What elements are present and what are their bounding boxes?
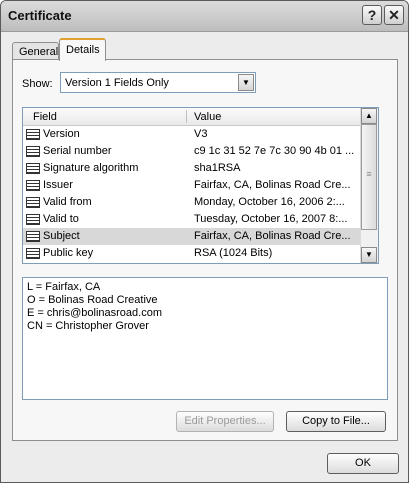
scroll-up-arrow-icon[interactable]: ▲: [361, 108, 377, 124]
column-divider[interactable]: [186, 110, 187, 123]
detail-line: CN = Christopher Grover: [27, 320, 149, 332]
show-select[interactable]: Version 1 Fields Only ▼: [60, 72, 256, 93]
row-field: Valid to: [43, 213, 79, 225]
field-list[interactable]: Field Value Version V3 Serial number c9 1c …: [22, 107, 379, 264]
row-value: Fairfax, CA, Bolinas Road Cre...: [194, 179, 351, 191]
list-row[interactable]: Public key RSA (1024 Bits): [23, 245, 361, 262]
show-select-value: Version 1 Fields Only: [65, 77, 169, 89]
list-row[interactable]: Subject Fairfax, CA, Bolinas Road Cre...: [23, 228, 361, 245]
certificate-dialog: Certificate ? ✕ General Details Show: Ve…: [0, 0, 409, 483]
detail-line: O = Bolinas Road Creative: [27, 294, 158, 306]
close-button[interactable]: ✕: [384, 5, 404, 25]
row-field: Issuer: [43, 179, 73, 191]
row-field: Signature algorithm: [43, 162, 139, 174]
show-label: Show:: [22, 78, 53, 90]
tab-general[interactable]: General: [12, 42, 59, 60]
copy-to-file-button[interactable]: Copy to File...: [286, 411, 386, 432]
row-field: Valid from: [43, 196, 92, 208]
certificate-field-icon: [26, 231, 40, 242]
ok-button[interactable]: OK: [327, 453, 399, 474]
vertical-scrollbar[interactable]: ▲ ≡ ▼: [360, 108, 378, 263]
help-button[interactable]: ?: [362, 5, 382, 25]
list-row[interactable]: Valid to Tuesday, October 16, 2007 8:...: [23, 211, 361, 228]
list-row[interactable]: Version V3: [23, 126, 361, 143]
certificate-field-icon: [26, 197, 40, 208]
edit-properties-button[interactable]: Edit Properties...: [176, 411, 274, 432]
column-header-field[interactable]: Field: [33, 111, 57, 123]
detail-line: L = Fairfax, CA: [27, 281, 101, 293]
chevron-down-icon[interactable]: ▼: [238, 74, 254, 91]
tab-details[interactable]: Details: [59, 38, 106, 61]
certificate-field-icon: [26, 214, 40, 225]
field-detail-box[interactable]: L = Fairfax, CA O = Bolinas Road Creativ…: [22, 277, 388, 400]
scroll-down-arrow-icon[interactable]: ▼: [361, 247, 377, 263]
row-field: Version: [43, 128, 80, 140]
detail-line: E = chris@bolinasroad.com: [27, 307, 162, 319]
row-value: sha1RSA: [194, 162, 241, 174]
list-header: Field Value: [23, 108, 361, 126]
row-value: Tuesday, October 16, 2007 8:...: [194, 213, 348, 225]
window-title: Certificate: [8, 8, 72, 23]
column-header-value[interactable]: Value: [194, 111, 221, 123]
certificate-field-icon: [26, 248, 40, 259]
row-field: Public key: [43, 247, 94, 259]
certificate-field-icon: [26, 129, 40, 140]
details-panel: Show: Version 1 Fields Only ▼ Field Valu…: [12, 59, 398, 441]
list-row[interactable]: Signature algorithm sha1RSA: [23, 160, 361, 177]
row-value: Fairfax, CA, Bolinas Road Cre...: [194, 230, 351, 242]
row-value: c9 1c 31 52 7e 7c 30 90 4b 01 ...: [194, 145, 355, 157]
certificate-field-icon: [26, 146, 40, 157]
row-value: V3: [194, 128, 208, 140]
row-value: RSA (1024 Bits): [194, 247, 273, 259]
title-bar[interactable]: Certificate ? ✕: [1, 1, 408, 32]
certificate-field-icon: [26, 180, 40, 191]
row-field: Subject: [43, 230, 80, 242]
row-field: Serial number: [43, 145, 112, 157]
list-row[interactable]: Valid from Monday, October 16, 2006 2:...: [23, 194, 361, 211]
list-row[interactable]: Serial number c9 1c 31 52 7e 7c 30 90 4b …: [23, 143, 361, 160]
list-row[interactable]: Issuer Fairfax, CA, Bolinas Road Cre...: [23, 177, 361, 194]
scrollbar-thumb[interactable]: ≡: [361, 124, 377, 230]
row-value: Monday, October 16, 2006 2:...: [194, 196, 345, 208]
certificate-field-icon: [26, 163, 40, 174]
